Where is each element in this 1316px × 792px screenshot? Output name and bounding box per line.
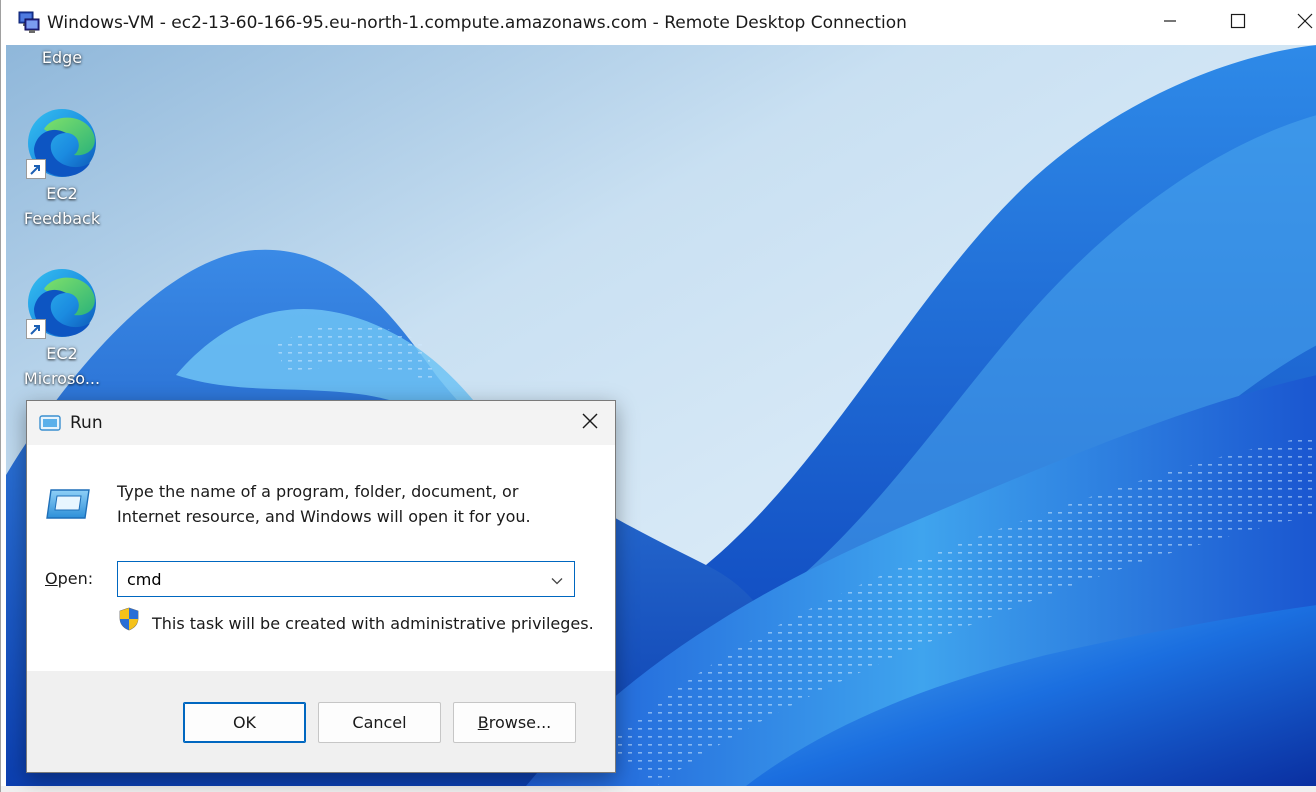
close-icon bbox=[1296, 12, 1314, 34]
run-title-bar[interactable]: Run bbox=[27, 401, 615, 445]
run-dialog-title: Run bbox=[70, 413, 103, 433]
close-icon bbox=[581, 412, 599, 434]
browse-mnemonic: B bbox=[477, 713, 489, 732]
open-combobox[interactable] bbox=[117, 561, 575, 597]
desktop-icon-ec2-microsoft[interactable]: EC2 Microso... bbox=[14, 265, 110, 391]
run-description-line: Internet resource, and Windows will open… bbox=[117, 507, 531, 526]
run-icon bbox=[39, 414, 61, 432]
browse-label: rowse... bbox=[488, 713, 552, 732]
run-close-button[interactable] bbox=[565, 401, 615, 445]
run-description: Type the name of a program, folder, docu… bbox=[117, 479, 597, 529]
open-label: Open: bbox=[45, 567, 93, 591]
edge-icon bbox=[24, 265, 100, 341]
shortcut-arrow-icon bbox=[26, 319, 46, 339]
window-bottom-edge bbox=[1, 786, 1316, 792]
window-title: Windows-VM - ec2-13-60-166-95.eu-north-1… bbox=[47, 13, 907, 33]
open-label-text: pen: bbox=[57, 569, 94, 588]
uac-shield-icon bbox=[118, 607, 140, 631]
open-label-mnemonic: O bbox=[45, 569, 58, 588]
run-description-line: Type the name of a program, folder, docu… bbox=[117, 482, 519, 501]
open-input[interactable] bbox=[118, 562, 538, 596]
edge-icon bbox=[24, 105, 100, 181]
cancel-button[interactable]: Cancel bbox=[318, 702, 441, 743]
run-dialog: Run Type the name of a program, folder, … bbox=[26, 400, 616, 773]
shortcut-arrow-icon bbox=[26, 159, 46, 179]
run-program-icon bbox=[45, 487, 91, 521]
open-dropdown-button[interactable] bbox=[540, 562, 574, 596]
desktop-icon-label: Edge bbox=[41, 48, 83, 67]
rdp-title-bar[interactable]: Windows-VM - ec2-13-60-166-95.eu-north-1… bbox=[1, 0, 1316, 45]
admin-privileges-note: This task will be created with administr… bbox=[152, 614, 594, 633]
desktop-icon-label: Feedback bbox=[23, 209, 101, 228]
minimize-button[interactable] bbox=[1142, 0, 1198, 45]
desktop-icon-label: Microso... bbox=[23, 369, 101, 388]
desktop-icon-edge[interactable]: Edge bbox=[14, 45, 110, 70]
desktop-icon-ec2-feedback[interactable]: EC2 Feedback bbox=[14, 105, 110, 231]
remote-desktop-icon bbox=[17, 10, 41, 34]
minimize-icon bbox=[1162, 13, 1178, 33]
browse-button[interactable]: Browse... bbox=[453, 702, 576, 743]
chevron-down-icon bbox=[551, 570, 563, 589]
run-dialog-footer: OK Cancel Browse... bbox=[27, 671, 615, 772]
close-button[interactable] bbox=[1277, 0, 1316, 45]
desktop-icon-label: EC2 bbox=[46, 344, 78, 363]
desktop-icon-label: EC2 bbox=[46, 184, 78, 203]
maximize-button[interactable] bbox=[1210, 0, 1266, 45]
maximize-icon bbox=[1230, 13, 1246, 33]
ok-button[interactable]: OK bbox=[183, 702, 306, 743]
